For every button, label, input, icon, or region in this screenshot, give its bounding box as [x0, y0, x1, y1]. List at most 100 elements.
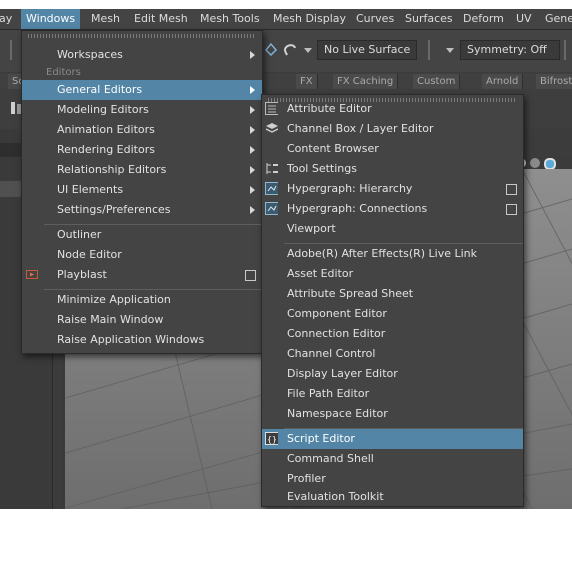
menu-item-component-editor[interactable]: Component Editor	[262, 304, 523, 324]
hypergraph-icon	[265, 202, 278, 215]
menu-item-label: Script Editor	[287, 432, 355, 445]
submenu-arrow-icon	[250, 86, 255, 94]
toolbar-divider	[10, 40, 12, 60]
menu-item-label: Command Shell	[287, 452, 374, 465]
menu-tearoff[interactable]	[28, 34, 256, 38]
menu-item-animation-editors[interactable]: Animation Editors	[22, 120, 262, 140]
option-box-icon[interactable]	[245, 270, 256, 281]
toolbar-divider	[564, 40, 566, 60]
menu-item-hypergraph-hierarchy[interactable]: Hypergraph: Hierarchy	[262, 179, 523, 199]
playblast-icon	[26, 270, 38, 279]
menu-item-label: Profiler	[287, 472, 326, 485]
menu-item-minimize-application[interactable]: Minimize Application	[22, 290, 262, 310]
menu-item-channel-box-layer-editor[interactable]: Channel Box / Layer Editor	[262, 119, 523, 139]
menu-item-profiler[interactable]: Profiler	[262, 469, 523, 489]
menu-mesh-tools[interactable]: Mesh Tools	[195, 9, 265, 29]
menu-item-namespace-editor[interactable]: Namespace Editor	[262, 404, 523, 424]
menu-item-modeling-editors[interactable]: Modeling Editors	[22, 100, 262, 120]
menu-item-label: Outliner	[57, 228, 102, 241]
menu-mesh-display[interactable]: Mesh Display	[268, 9, 351, 29]
menu-item-file-path-editor[interactable]: File Path Editor	[262, 384, 523, 404]
menu-item-attribute-editor[interactable]: Attribute Editor	[262, 99, 523, 119]
menu-item-display-layer-editor[interactable]: Display Layer Editor	[262, 364, 523, 384]
attribute-editor-icon	[265, 102, 278, 115]
shelf-tab-fx-caching[interactable]: FX Caching	[333, 74, 399, 89]
menu-item-label: Connection Editor	[287, 327, 386, 340]
menu-item-hypergraph-connections[interactable]: Hypergraph: Connections	[262, 199, 523, 219]
menu-item-label: Hypergraph: Connections	[287, 202, 428, 215]
menu-item-label: Minimize Application	[57, 293, 171, 306]
menu-item-label: General Editors	[57, 83, 143, 96]
lighting-icon[interactable]	[530, 158, 540, 168]
menu-item-asset-editor[interactable]: Asset Editor	[262, 264, 523, 284]
menu-item-playblast[interactable]: Playblast	[22, 265, 262, 285]
menu-deform[interactable]: Deform	[458, 9, 509, 29]
menu-display-partial[interactable]: ay	[0, 9, 17, 29]
shelf-tab-bifrost[interactable]: Bifrost	[536, 74, 572, 89]
menu-item-label: Namespace Editor	[287, 407, 388, 420]
windows-menu: Workspaces Editors General Editors Model…	[21, 30, 263, 354]
menu-item-tool-settings[interactable]: Tool Settings	[262, 159, 523, 179]
shelf-tab-fx[interactable]: FX	[296, 74, 318, 89]
menu-item-relationship-editors[interactable]: Relationship Editors	[22, 160, 262, 180]
submenu-arrow-icon	[250, 51, 255, 59]
channel-box-icon	[265, 123, 278, 133]
general-editors-submenu: Attribute Editor Channel Box / Layer Edi…	[261, 94, 524, 507]
menu-item-label: Channel Control	[287, 347, 376, 360]
lasso-icon[interactable]	[282, 41, 298, 57]
menu-item-workspaces[interactable]: Workspaces	[22, 45, 262, 65]
menu-item-node-editor[interactable]: Node Editor	[22, 245, 262, 265]
menu-item-outliner[interactable]: Outliner	[22, 225, 262, 245]
menu-bar: ay Windows Mesh Edit Mesh Mesh Tools Mes…	[0, 9, 572, 29]
shelf-tab-custom[interactable]: Custom	[413, 74, 461, 89]
menu-item-settings-preferences[interactable]: Settings/Preferences	[22, 200, 262, 220]
menu-item-raise-application-windows[interactable]: Raise Application Windows	[22, 330, 262, 350]
section-editors: Editors	[46, 67, 81, 78]
menu-mesh[interactable]: Mesh	[86, 9, 125, 29]
submenu-arrow-icon	[250, 166, 255, 174]
menu-item-content-browser[interactable]: Content Browser	[262, 139, 523, 159]
menu-item-label: Node Editor	[57, 248, 122, 261]
menu-item-label: Asset Editor	[287, 267, 354, 280]
menu-surfaces[interactable]: Surfaces	[400, 9, 458, 29]
menu-item-connection-editor[interactable]: Connection Editor	[262, 324, 523, 344]
menu-item-raise-main-window[interactable]: Raise Main Window	[22, 310, 262, 330]
menu-item-rendering-editors[interactable]: Rendering Editors	[22, 140, 262, 160]
menu-item-label: Playblast	[57, 268, 107, 281]
menu-item-viewport[interactable]: Viewport	[262, 219, 523, 239]
menu-item-label: Animation Editors	[57, 123, 155, 136]
lasso-dropdown-icon[interactable]	[304, 48, 312, 53]
menu-windows[interactable]: Windows	[21, 9, 81, 29]
menu-uv[interactable]: UV	[511, 9, 537, 29]
menu-generate-partial[interactable]: Gene	[540, 9, 572, 29]
hypergraph-icon	[265, 182, 278, 195]
menu-item-command-shell[interactable]: Command Shell	[262, 449, 523, 469]
menu-item-attribute-spread-sheet[interactable]: Attribute Spread Sheet	[262, 284, 523, 304]
shelf-tab-arnold[interactable]: Arnold	[482, 74, 524, 89]
menu-curves[interactable]: Curves	[351, 9, 399, 29]
menu-item-evaluation-toolkit[interactable]: Evaluation Toolkit	[262, 489, 523, 505]
menu-item-label: Hypergraph: Hierarchy	[287, 182, 413, 195]
menu-item-label: Rendering Editors	[57, 143, 155, 156]
menu-item-label: Component Editor	[287, 307, 387, 320]
maya-main-window: ay Windows Mesh Edit Mesh Mesh Tools Mes…	[0, 9, 572, 509]
snap-icon[interactable]	[264, 42, 278, 56]
menu-item-script-editor[interactable]: {} Script Editor	[262, 429, 523, 449]
option-box-icon[interactable]	[506, 204, 517, 215]
menu-item-label: Evaluation Toolkit	[287, 490, 384, 503]
live-surface-field[interactable]: No Live Surface	[317, 40, 417, 60]
symmetry-dropdown-icon[interactable]	[446, 48, 454, 53]
menu-item-label: Display Layer Editor	[287, 367, 398, 380]
option-box-icon[interactable]	[506, 184, 517, 195]
symmetry-field[interactable]: Symmetry: Off	[460, 40, 560, 60]
menu-item-ui-elements[interactable]: UI Elements	[22, 180, 262, 200]
menu-item-label: Workspaces	[57, 48, 123, 61]
menu-item-label: Settings/Preferences	[57, 203, 171, 216]
menu-item-label: UI Elements	[57, 183, 124, 196]
submenu-arrow-icon	[250, 186, 255, 194]
menu-item-general-editors[interactable]: General Editors	[22, 80, 262, 100]
menu-item-label: Viewport	[287, 222, 336, 235]
menu-item-after-effects-live-link[interactable]: Adobe(R) After Effects(R) Live Link	[262, 244, 523, 264]
menu-item-channel-control[interactable]: Channel Control	[262, 344, 523, 364]
menu-edit-mesh[interactable]: Edit Mesh	[129, 9, 193, 29]
